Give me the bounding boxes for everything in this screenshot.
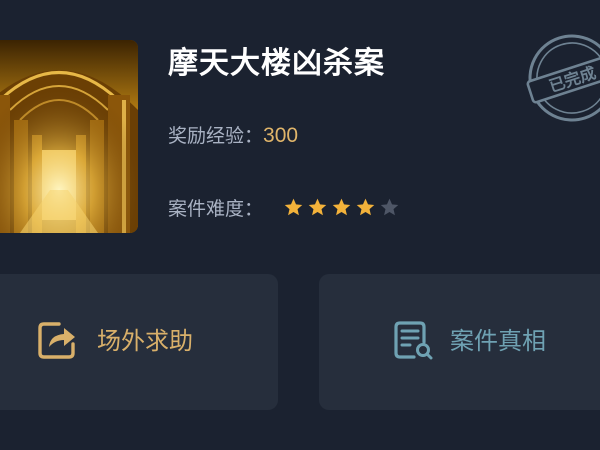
star-filled-icon [356, 198, 375, 216]
case-truth-button[interactable]: 案件真相 [319, 274, 600, 410]
difficulty-label: 案件难度： [168, 198, 264, 220]
help-button[interactable]: 场外求助 [0, 274, 278, 410]
star-filled-icon [284, 198, 303, 216]
difficulty-rating [283, 197, 400, 221]
reward-value: 300 [263, 124, 299, 147]
reward-label: 奖励经验： [168, 125, 264, 147]
help-button-label: 场外求助 [97, 327, 193, 355]
document-search-icon [394, 320, 434, 360]
case-detail-screen: 摩天大楼凶杀案 奖励经验：300 案件难度： 已完成 场外求助 案件真相 [0, 0, 600, 450]
case-truth-button-label: 案件真相 [450, 327, 546, 355]
reward-row: 奖励经验：300 [168, 122, 298, 150]
completed-stamp-icon: 已完成 [524, 30, 600, 126]
case-info-card: 摩天大楼凶杀案 奖励经验：300 案件难度： 已完成 [0, 0, 600, 255]
case-cover-image [0, 40, 138, 233]
star-filled-icon [308, 198, 327, 216]
case-title: 摩天大楼凶杀案 [168, 46, 385, 81]
star-empty-icon [380, 198, 399, 216]
star-filled-icon [332, 198, 351, 216]
share-arrow-icon [37, 320, 77, 360]
